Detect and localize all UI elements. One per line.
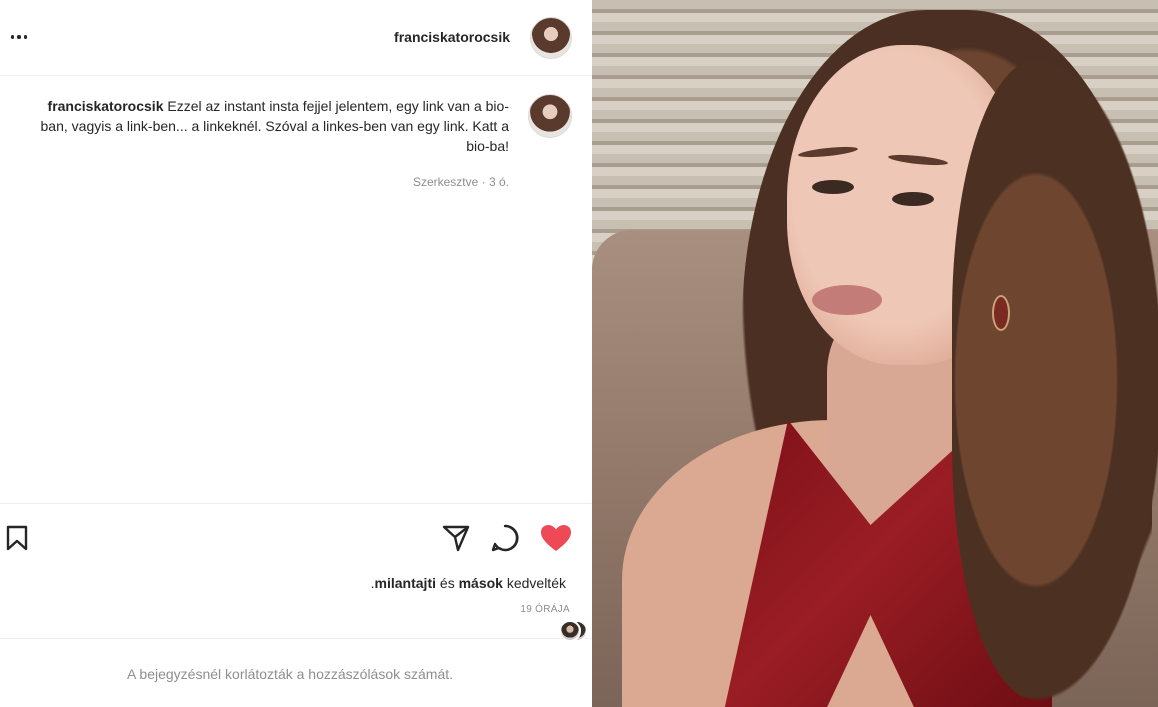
- more-options-icon[interactable]: [8, 26, 30, 48]
- bookmark-icon[interactable]: [4, 524, 30, 552]
- eye: [812, 180, 854, 194]
- eye: [892, 192, 934, 206]
- liker-username-link[interactable]: milantajti: [375, 575, 436, 591]
- caption-edited-meta: Szerkesztve · 3 ó.: [412, 175, 509, 189]
- likes-summary: milantajti és mások kedvelték.: [371, 575, 588, 642]
- hair-curls: [952, 60, 1158, 700]
- caption-avatar[interactable]: [528, 94, 572, 138]
- likes-text: milantajti és mások kedvelték.: [371, 575, 566, 591]
- earring: [992, 295, 1010, 331]
- heart-filled-icon[interactable]: [539, 523, 573, 553]
- header-avatar[interactable]: [530, 17, 572, 59]
- comments-limited-notice: A bejegyzésnél korlátozták a hozzászólás…: [0, 640, 592, 707]
- caption-username-link[interactable]: franciskatorocsik: [48, 98, 164, 114]
- post-detail-panel: franciskatorocsik franciskatorocsik Ezze…: [0, 0, 592, 707]
- post-photo[interactable]: [592, 0, 1158, 707]
- post-header: franciskatorocsik: [0, 0, 592, 76]
- lips: [812, 285, 882, 315]
- caption-text: franciskatorocsik Ezzel az instant insta…: [29, 96, 509, 156]
- comments-limited-text: A bejegyzésnél korlátozták a hozzászólás…: [126, 666, 454, 682]
- comment-bubble-icon[interactable]: [490, 523, 520, 553]
- post-actions: milantajti és mások kedvelték. 19 ÓRÁJA: [0, 503, 592, 642]
- post-timestamp[interactable]: 19 ÓRÁJA: [520, 604, 570, 615]
- likes-others-link[interactable]: mások: [459, 575, 503, 591]
- liker-avatar[interactable]: [558, 620, 581, 642]
- likes-connector: és: [436, 575, 459, 591]
- header-username-link[interactable]: franciskatorocsik: [394, 29, 510, 45]
- send-icon[interactable]: [441, 524, 471, 552]
